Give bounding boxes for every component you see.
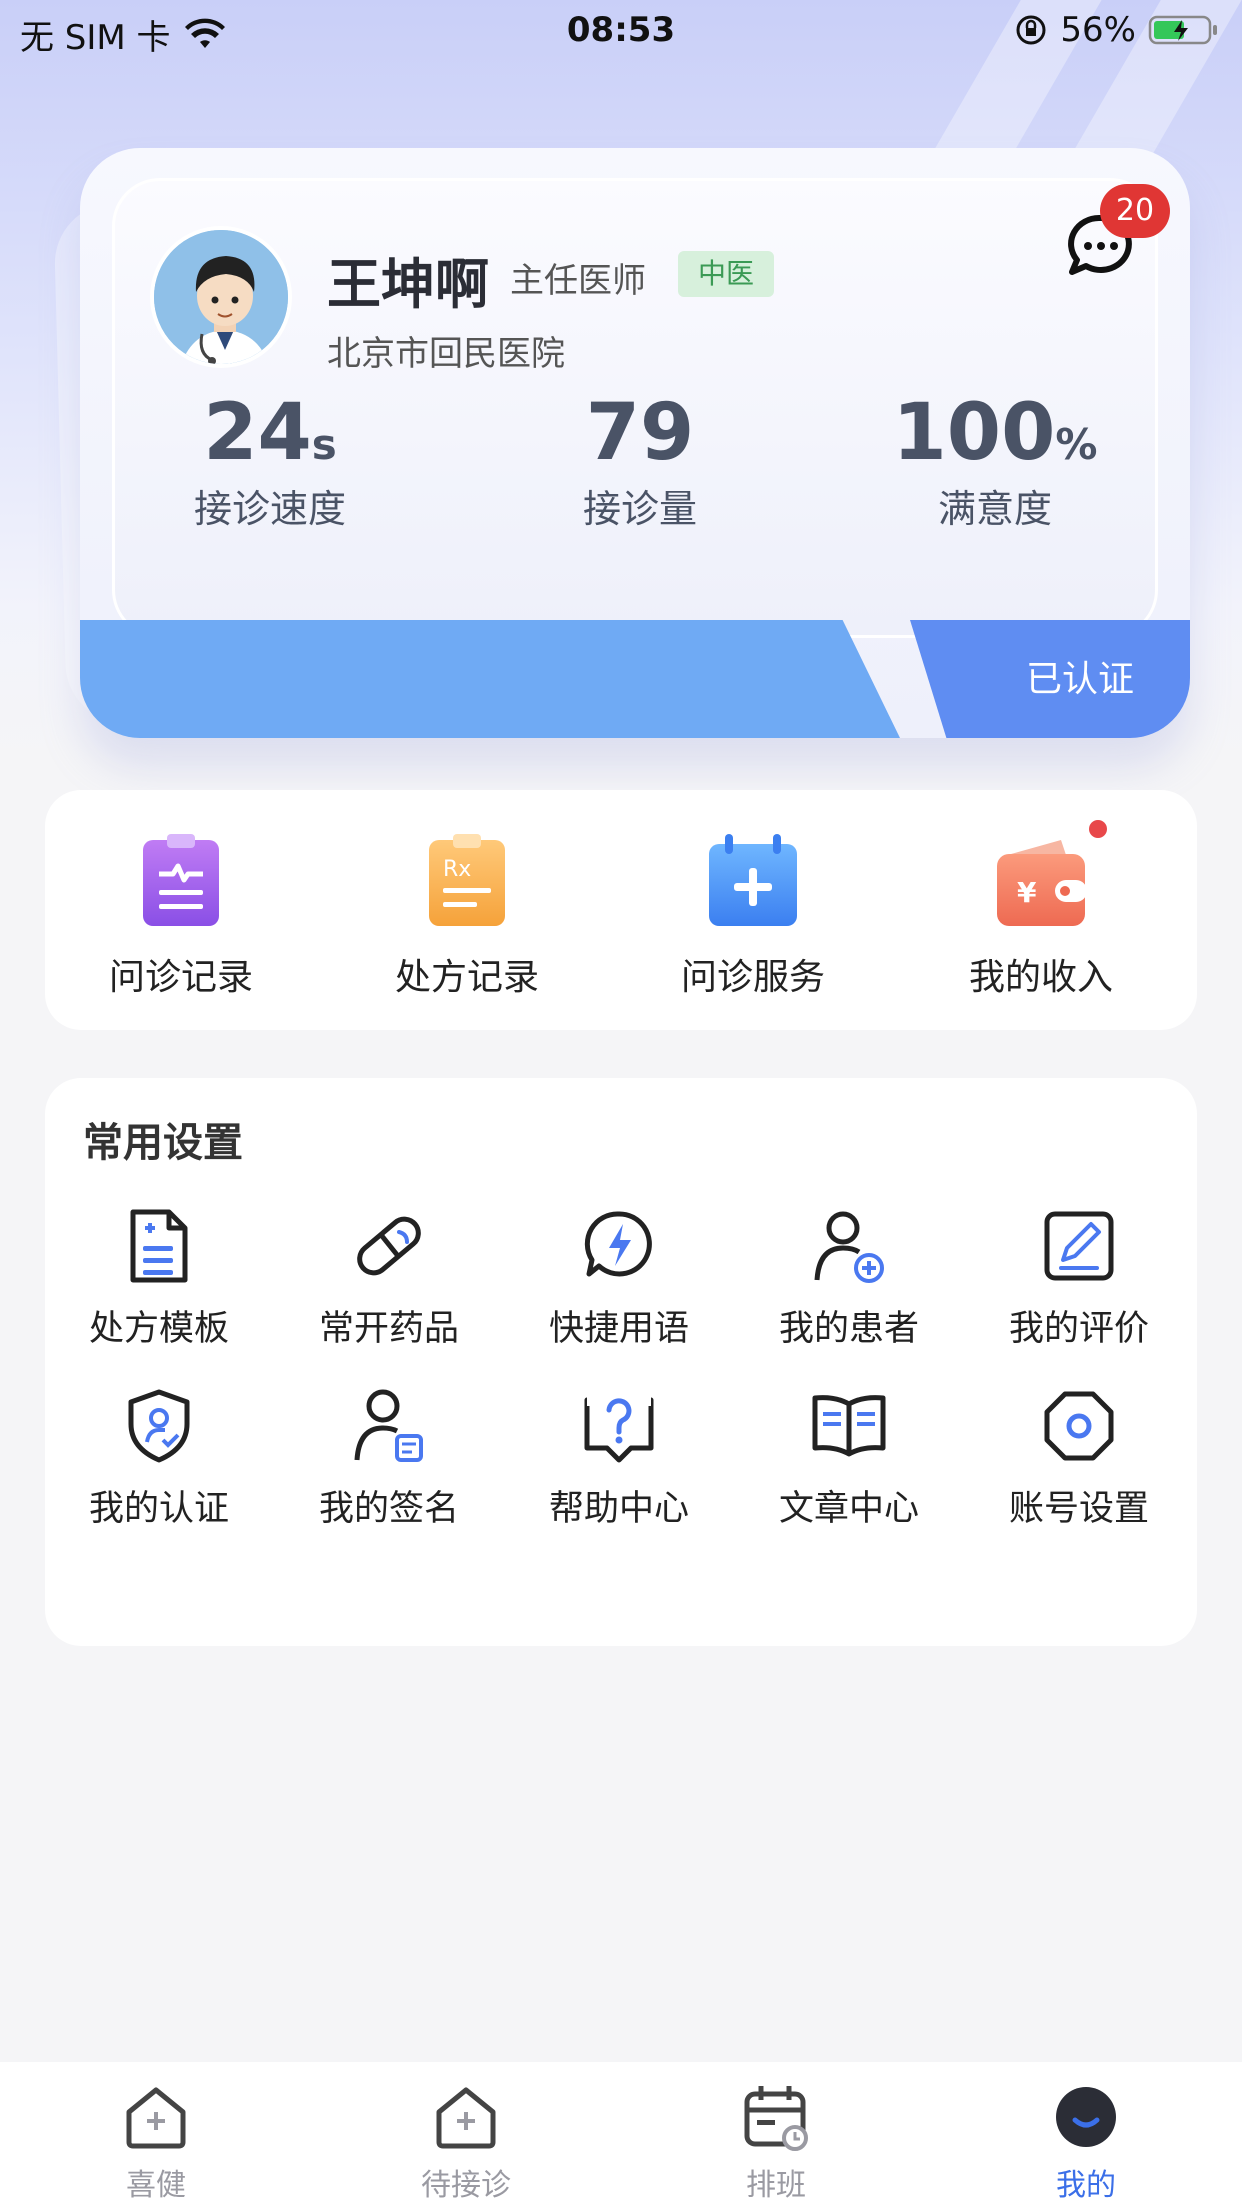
home-plus-icon <box>436 2087 496 2149</box>
bottom-tab-bar: 喜健 待接诊 排班 我的 <box>0 2062 1242 2208</box>
stat-satisfaction: 100% 满意度 <box>835 388 1155 533</box>
stat-label: 接诊速度 <box>193 487 346 531</box>
calendar-clock-icon <box>744 2086 808 2151</box>
doctor-title: 主任医师 <box>510 261 646 301</box>
stat-value: 79 <box>585 388 695 478</box>
edit-review-icon <box>1044 1211 1114 1281</box>
card-bottom-band <box>80 620 900 738</box>
verified-label[interactable]: 已认证 <box>980 650 1180 702</box>
stat-value: 24 <box>203 388 312 478</box>
user-plus-icon <box>814 1211 884 1283</box>
setting-common-medicine[interactable]: 常开药品 <box>289 1206 489 1351</box>
settings-octagon-icon <box>1044 1391 1114 1461</box>
setting-label: 我的评价 <box>1008 1309 1149 1349</box>
setting-label: 我的认证 <box>88 1489 229 1529</box>
stat-label: 满意度 <box>937 487 1052 531</box>
pill-icon <box>357 1216 421 1276</box>
open-book-icon <box>812 1395 886 1457</box>
stat-unit: s <box>311 420 337 469</box>
battery-percent: 56% <box>1060 10 1136 50</box>
home-plus-icon <box>126 2087 186 2149</box>
rotation-lock-icon <box>1016 15 1046 45</box>
profile-smile-icon <box>1056 2087 1116 2147</box>
settings-title: 常用设置 <box>83 1120 243 1166</box>
shield-user-icon <box>128 1389 190 1463</box>
quick-menu-card: 问诊记录 Rx 处方记录 问诊服务 ¥ 我的收入 <box>45 790 1197 1030</box>
setting-my-certification[interactable]: 我的认证 <box>59 1386 259 1531</box>
quick-item-label: 我的收入 <box>968 957 1113 998</box>
setting-label: 常开药品 <box>318 1309 459 1349</box>
tab-label: 我的 <box>1056 2168 1116 2203</box>
setting-label: 快捷用语 <box>548 1309 689 1349</box>
setting-label: 账号设置 <box>1008 1489 1149 1529</box>
setting-account[interactable]: 账号设置 <box>979 1386 1179 1531</box>
setting-my-patients[interactable]: 我的患者 <box>749 1206 949 1351</box>
user-sign-icon <box>354 1389 423 1462</box>
help-chat-icon <box>584 1394 654 1463</box>
tab-pending-consult[interactable]: 待接诊 <box>366 2082 566 2204</box>
hospital-name: 北京市回民医院 <box>327 334 565 374</box>
specialty-tag: 中医 <box>678 251 774 297</box>
tab-label: 待接诊 <box>421 2168 511 2203</box>
stat-unit: % <box>1055 420 1098 469</box>
setting-label: 我的患者 <box>778 1309 919 1349</box>
setting-quick-phrases[interactable]: 快捷用语 <box>519 1206 719 1351</box>
document-plus-icon <box>130 1209 188 1283</box>
quick-item-consult-service[interactable]: 问诊服务 <box>633 830 873 1000</box>
setting-prescription-template[interactable]: 处方模板 <box>59 1206 259 1351</box>
tab-schedule[interactable]: 排班 <box>676 2082 876 2204</box>
stat-value: 100 <box>892 388 1056 478</box>
setting-label: 文章中心 <box>778 1489 919 1529</box>
message-count-badge: 20 <box>1100 184 1170 238</box>
setting-label: 处方模板 <box>88 1309 229 1349</box>
doctor-name: 王坤啊 <box>327 253 489 316</box>
tab-label: 排班 <box>746 2168 806 2203</box>
common-settings-card: 常用设置 处方模板 常开药品 快捷用语 我的患者 我的评价 我的认证 我的签名 … <box>45 1078 1197 1646</box>
tab-label: 喜健 <box>126 2168 186 2203</box>
lightning-chat-icon <box>584 1211 652 1277</box>
quick-item-consult-records[interactable]: 问诊记录 <box>61 830 301 1000</box>
tab-mine[interactable]: 我的 <box>986 2082 1186 2204</box>
doctor-profile-card[interactable]: 王坤啊 主任医师 中医 北京市回民医院 20 24s 接诊速度 79 接诊量 1… <box>80 148 1190 738</box>
quick-item-my-income[interactable]: ¥ 我的收入 <box>921 830 1161 1000</box>
stat-consult-speed: 24s 接诊速度 <box>110 388 430 533</box>
quick-item-prescription-records[interactable]: Rx 处方记录 <box>347 830 587 1000</box>
svg-text:Rx: Rx <box>443 857 471 882</box>
setting-help-center[interactable]: 帮助中心 <box>519 1386 719 1531</box>
quick-item-label: 处方记录 <box>394 957 539 998</box>
status-bar: 无 SIM 卡 08:53 56% <box>0 0 1242 62</box>
clipboard-pulse-icon <box>143 834 219 926</box>
quick-item-label: 问诊服务 <box>680 957 825 998</box>
svg-text:¥: ¥ <box>1017 876 1037 909</box>
calendar-plus-icon <box>709 834 797 926</box>
battery-icon <box>1148 15 1217 45</box>
stat-label: 接诊量 <box>582 487 697 531</box>
avatar[interactable] <box>150 226 292 368</box>
tab-xijian[interactable]: 喜健 <box>56 2082 256 2204</box>
setting-label: 我的签名 <box>318 1489 459 1529</box>
income-notification-dot <box>1089 820 1107 838</box>
status-right-group: 56% <box>1014 10 1220 50</box>
setting-my-reviews[interactable]: 我的评价 <box>979 1206 1179 1351</box>
setting-label: 帮助中心 <box>548 1489 689 1529</box>
quick-item-label: 问诊记录 <box>108 957 253 998</box>
stat-consult-count: 79 接诊量 <box>480 388 800 533</box>
setting-my-signature[interactable]: 我的签名 <box>289 1386 489 1531</box>
prescription-rx-icon: Rx <box>429 834 505 926</box>
wallet-icon: ¥ <box>997 840 1087 926</box>
setting-article-center[interactable]: 文章中心 <box>749 1386 949 1531</box>
